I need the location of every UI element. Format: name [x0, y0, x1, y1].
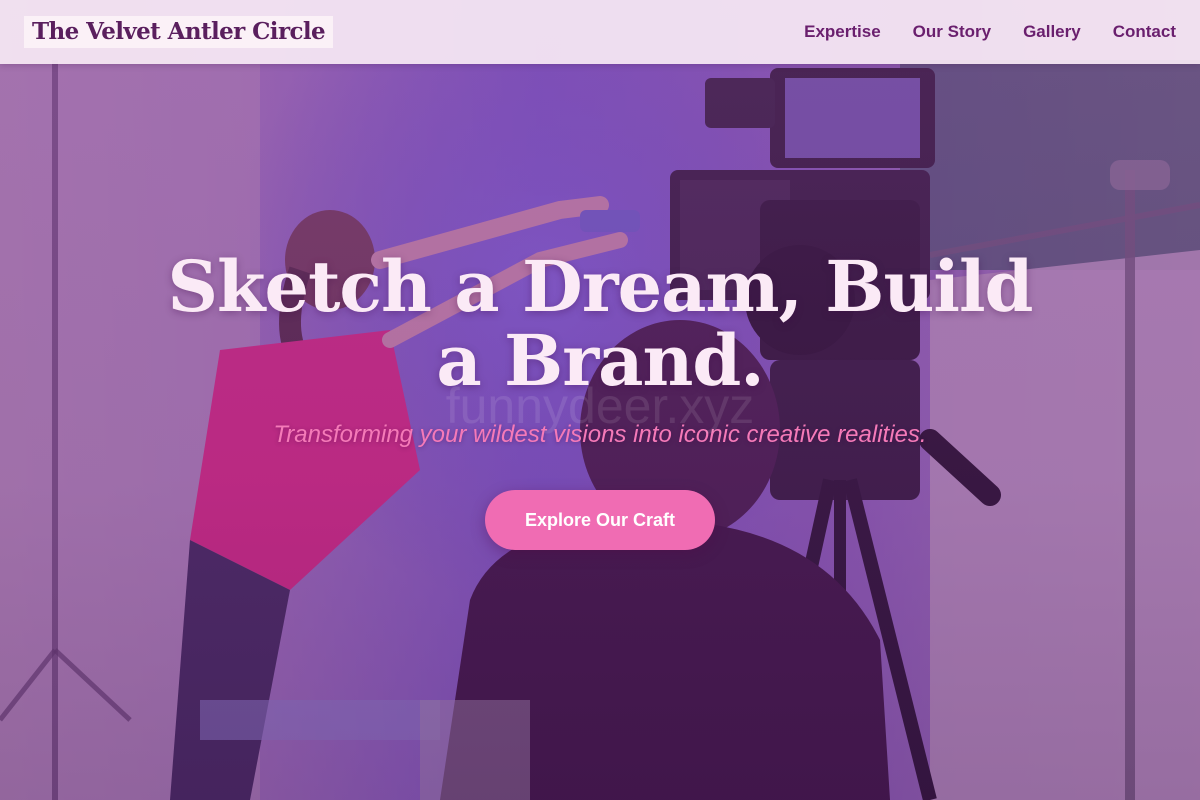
hero-title: Sketch a Dream, Build a Brand.: [167, 245, 1033, 402]
explore-craft-button[interactable]: Explore Our Craft: [485, 490, 715, 550]
nav-link-contact[interactable]: Contact: [1113, 20, 1176, 44]
nav-link-our-story[interactable]: Our Story: [913, 20, 991, 44]
hero-subtitle: Transforming your wildest visions into i…: [273, 421, 927, 448]
nav-link-expertise[interactable]: Expertise: [804, 20, 881, 44]
hero-content: Sketch a Dream, Build a Brand. funnydeer…: [150, 245, 1050, 550]
nav-links: Expertise Our Story Gallery Contact: [804, 20, 1176, 44]
nav-link-gallery[interactable]: Gallery: [1023, 20, 1081, 44]
brand-logo[interactable]: The Velvet Antler Circle: [24, 16, 334, 48]
navbar: The Velvet Antler Circle Expertise Our S…: [0, 0, 1200, 64]
